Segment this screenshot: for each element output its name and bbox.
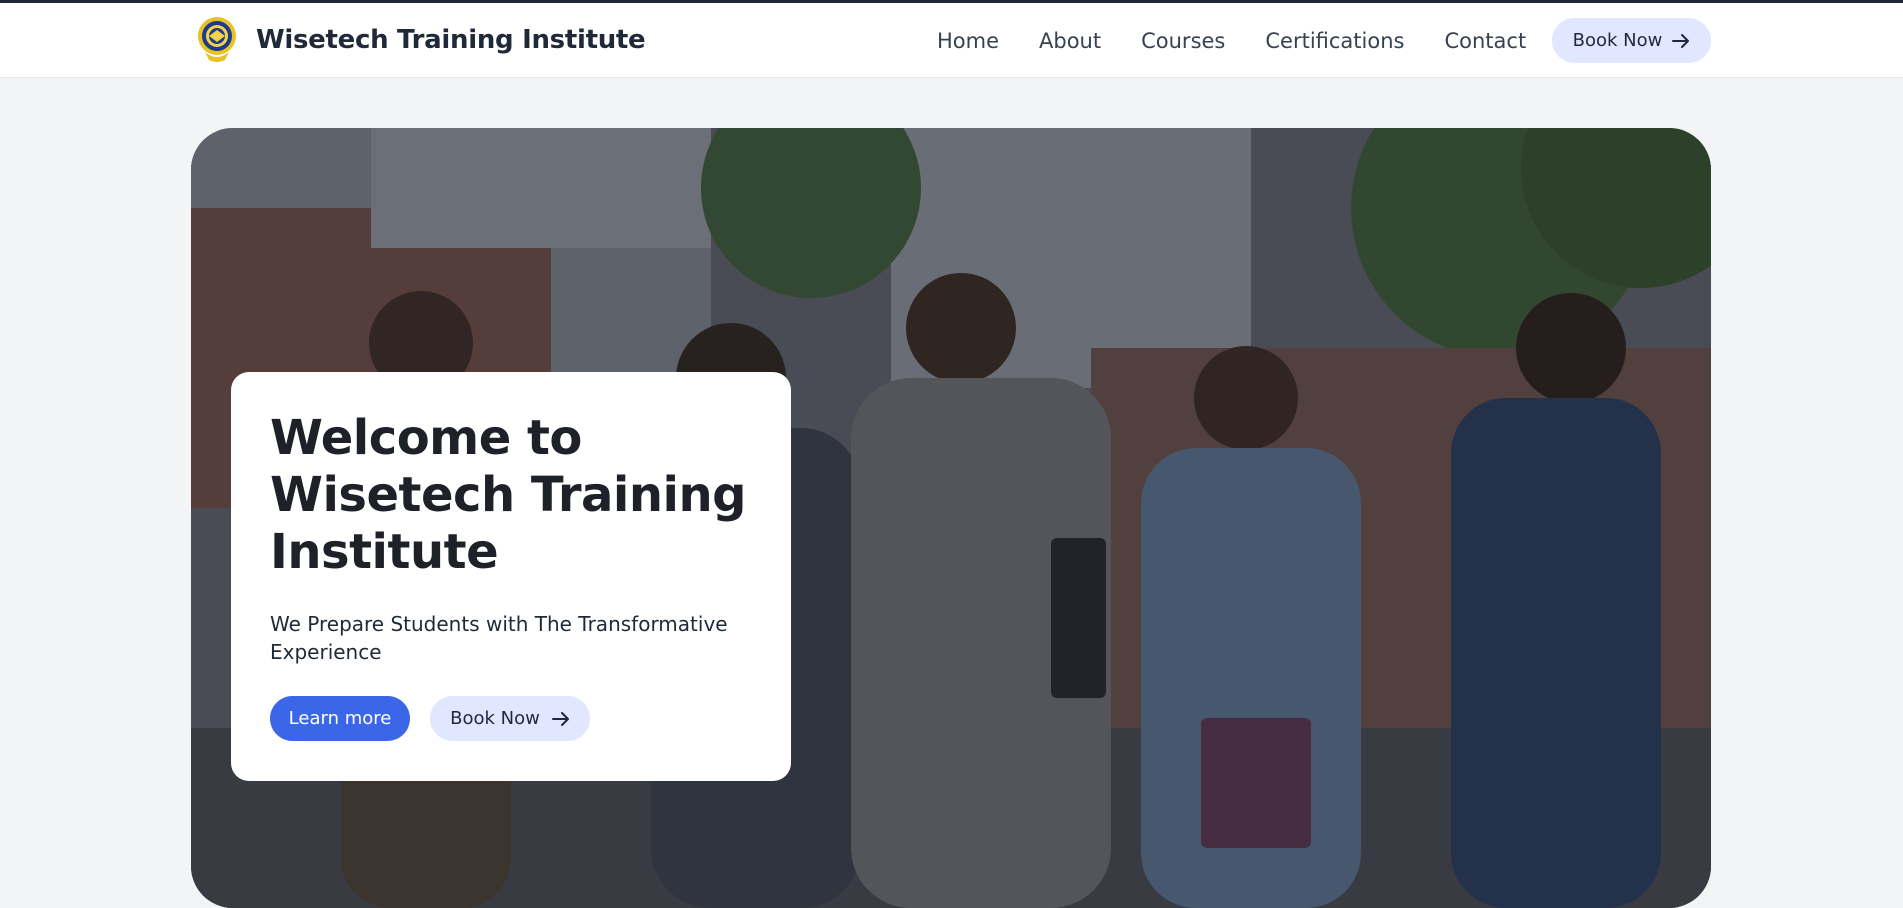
hero-book-now-label: Book Now <box>450 708 540 729</box>
brand-name: Wisetech Training Institute <box>256 25 646 55</box>
learn-more-label: Learn more <box>288 708 392 729</box>
book-now-label: Book Now <box>1572 30 1663 51</box>
institute-logo-icon <box>198 17 236 62</box>
nav-certifications[interactable]: Certifications <box>1265 29 1404 53</box>
nav-about[interactable]: About <box>1039 29 1101 53</box>
hero-card: Welcome to Wisetech Training Institute W… <box>231 372 791 781</box>
hero-title: Welcome to Wisetech Training Institute <box>270 410 747 580</box>
hero-book-now-button[interactable]: Book Now <box>430 696 590 741</box>
arrow-right-icon <box>551 711 569 726</box>
brand[interactable]: Wisetech Training Institute <box>195 16 646 64</box>
main-nav: Home About Courses Certifications Contac… <box>937 3 1526 78</box>
hero-subtitle: We Prepare Students with The Transformat… <box>270 612 728 664</box>
nav-courses[interactable]: Courses <box>1141 29 1225 53</box>
book-now-button[interactable]: Book Now <box>1552 18 1711 63</box>
nav-contact[interactable]: Contact <box>1444 29 1526 53</box>
learn-more-button[interactable]: Learn more <box>270 696 410 741</box>
navbar: Wisetech Training Institute Home About C… <box>0 3 1903 78</box>
arrow-right-icon <box>1672 33 1690 48</box>
nav-home[interactable]: Home <box>937 29 999 53</box>
